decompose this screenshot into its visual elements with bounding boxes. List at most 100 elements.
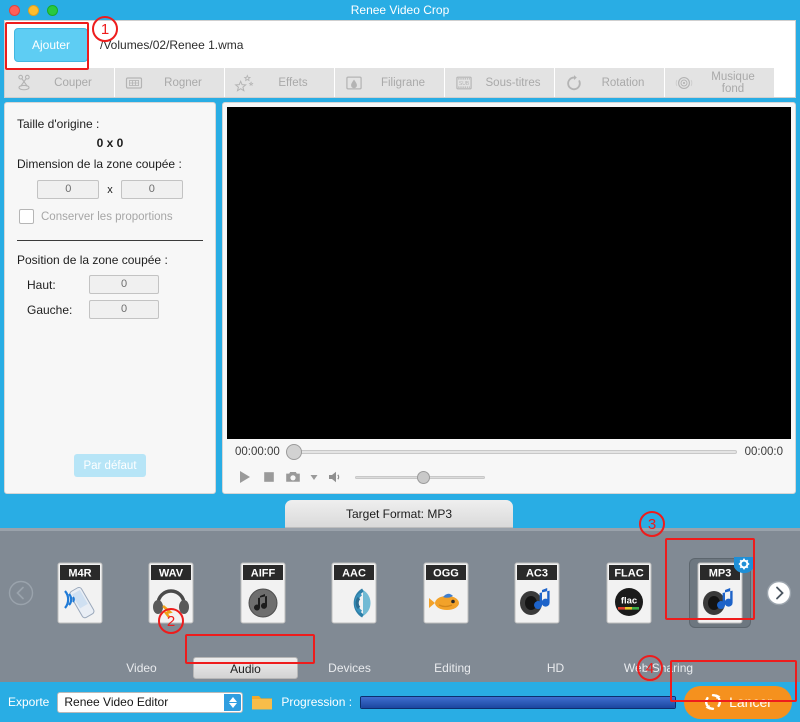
seek-handle[interactable] <box>285 444 302 460</box>
toolbar-end-spacer <box>775 68 795 97</box>
target-format-tab[interactable]: Target Format: MP3 <box>285 500 513 528</box>
progress-label: Progression : <box>281 695 353 709</box>
svg-text:AAC: AAC <box>342 567 366 579</box>
crop-width-input[interactable]: 0 <box>37 180 100 199</box>
toolbar-label: Filigrane <box>380 76 426 89</box>
stepper-arrows-icon[interactable] <box>224 693 242 711</box>
toolbar-item-filigrane[interactable]: Filigrane <box>335 68 445 97</box>
format-tab-row: Target Format: MP3 <box>0 500 800 528</box>
category-tab-bar: Video Audio Devices Editing HD Web Shari… <box>0 654 800 682</box>
aiff-note-disc-icon: AIFF <box>240 562 286 623</box>
original-size-value: 0 x 0 <box>96 136 124 150</box>
left-label: Gauche: <box>27 302 73 317</box>
folder-icon[interactable] <box>251 693 273 711</box>
toolbar-item-effets[interactable]: Effets <box>225 68 335 97</box>
subtitle-filmstrip-icon: SUB <box>456 76 472 89</box>
toolbar-label: Couper <box>54 76 92 89</box>
toolbar-item-rotation[interactable]: Rotation <box>555 68 665 97</box>
svg-text:WAV: WAV <box>159 567 184 579</box>
toolbar-item-rogner[interactable]: Rogner <box>115 68 225 97</box>
dimension-separator: x <box>107 183 113 196</box>
format-item-wav[interactable]: WAV <box>126 531 218 654</box>
player-controls <box>227 465 791 489</box>
toolbar-item-sous-titres[interactable]: SUB Sous-titres <box>445 68 555 97</box>
format-item-ogg[interactable]: OGG <box>400 531 492 654</box>
export-target-value: Renee Video Editor <box>64 695 169 709</box>
format-carousel: M4R WAV AIFF AAC OGG AC3 FLAC flac MP3 <box>0 528 800 654</box>
ac3-speaker-icon: AC3 <box>514 562 560 623</box>
ogg-fish-icon: OGG <box>423 562 469 623</box>
svg-text:MP3: MP3 <box>709 567 732 579</box>
crop-height-input[interactable]: 0 <box>120 180 183 199</box>
chevron-left-icon[interactable] <box>8 580 34 606</box>
toolbar-item-couper[interactable]: Couper <box>5 68 115 97</box>
position-left-input[interactable]: 0 <box>89 300 159 319</box>
export-label: Exporte <box>8 695 50 709</box>
tab-web-sharing[interactable]: Web Sharing <box>607 657 710 679</box>
flac-disc-icon: FLAC flac <box>606 562 652 623</box>
volume-slider[interactable] <box>355 470 485 484</box>
sparkle-stars-icon <box>234 73 254 92</box>
camera-icon[interactable] <box>285 469 301 485</box>
chevron-right-icon[interactable] <box>766 580 792 606</box>
format-item-flac[interactable]: FLAC flac <box>583 531 675 654</box>
format-item-aiff[interactable]: AIFF <box>217 531 309 654</box>
speaker-icon[interactable] <box>327 469 343 485</box>
svg-text:AC3: AC3 <box>526 567 548 579</box>
edit-toolbar: Couper Rogner Effets Filigrane SUB Sous-… <box>4 68 796 98</box>
play-icon[interactable] <box>237 469 253 485</box>
aac-waves-icon: AAC <box>331 562 377 623</box>
window-titlebar: Renee Video Crop <box>0 0 800 20</box>
toolbar-item-musique-fond[interactable]: Musique fond <box>665 68 775 97</box>
ajouter-button[interactable]: Ajouter <box>14 27 88 62</box>
tab-hd[interactable]: HD <box>504 657 607 679</box>
keep-ratio-checkbox[interactable] <box>19 209 34 224</box>
tab-editing[interactable]: Editing <box>401 657 504 679</box>
total-time: 00:00:0 <box>744 446 783 458</box>
rotate-icon <box>567 74 581 90</box>
stop-icon[interactable] <box>261 469 277 485</box>
format-item-mp3[interactable]: MP3 <box>675 531 767 654</box>
main-content: Taille d'origine : 0 x 0 Dimension de la… <box>4 102 796 494</box>
tab-video[interactable]: Video <box>90 657 193 679</box>
toolbar-label: Rogner <box>164 76 202 89</box>
lancer-label: Lancer <box>729 694 772 710</box>
toolbar-label: Sous-titres <box>485 76 541 89</box>
panel-divider <box>17 240 203 241</box>
format-list: M4R WAV AIFF AAC OGG AC3 FLAC flac MP3 <box>0 531 800 654</box>
position-top-row: Haut: 0 <box>17 275 203 294</box>
video-canvas[interactable] <box>227 107 791 439</box>
seek-slider[interactable] <box>285 444 737 460</box>
format-card-selected[interactable]: MP3 <box>690 556 755 627</box>
svg-text:flac: flac <box>621 595 637 606</box>
format-item-m4r[interactable]: M4R <box>34 531 126 654</box>
position-top-input[interactable]: 0 <box>89 275 159 294</box>
tab-devices[interactable]: Devices <box>298 657 401 679</box>
format-item-ac3[interactable]: AC3 <box>492 531 584 654</box>
keep-ratio-row[interactable]: Conserver les proportions <box>19 209 203 224</box>
svg-text:OGG: OGG <box>433 567 459 579</box>
position-label: Position de la zone coupée : <box>17 253 168 267</box>
crop-dimension-label: Dimension de la zone coupée : <box>17 157 182 171</box>
crop-settings-panel: Taille d'origine : 0 x 0 Dimension de la… <box>4 102 216 494</box>
window-title: Renee Video Crop <box>350 3 450 17</box>
tab-audio[interactable]: Audio <box>193 657 298 679</box>
audio-disc-icon <box>675 76 693 89</box>
svg-text:FLAC: FLAC <box>614 567 643 579</box>
toolbar-label: Musique fond <box>711 70 755 95</box>
toolbar-label: Rotation <box>601 76 645 89</box>
progress-bar <box>360 695 676 709</box>
watermark-droplet-icon <box>346 76 362 89</box>
gear-icon[interactable] <box>734 556 755 577</box>
current-time: 00:00:00 <box>235 446 280 458</box>
lancer-button[interactable]: Lancer <box>684 685 792 719</box>
chevron-down-icon[interactable] <box>309 469 319 485</box>
export-target-select[interactable]: Renee Video Editor <box>57 691 244 713</box>
wav-headphones-icon: WAV <box>148 562 194 623</box>
volume-handle[interactable] <box>417 470 431 484</box>
file-path-text: /Volumes/02/Renee 1.wma <box>100 37 244 52</box>
par-defaut-button[interactable]: Par défaut <box>74 454 146 477</box>
original-size-label: Taille d'origine : <box>17 117 100 131</box>
format-item-aac[interactable]: AAC <box>309 531 401 654</box>
scissors-icon <box>18 74 30 90</box>
